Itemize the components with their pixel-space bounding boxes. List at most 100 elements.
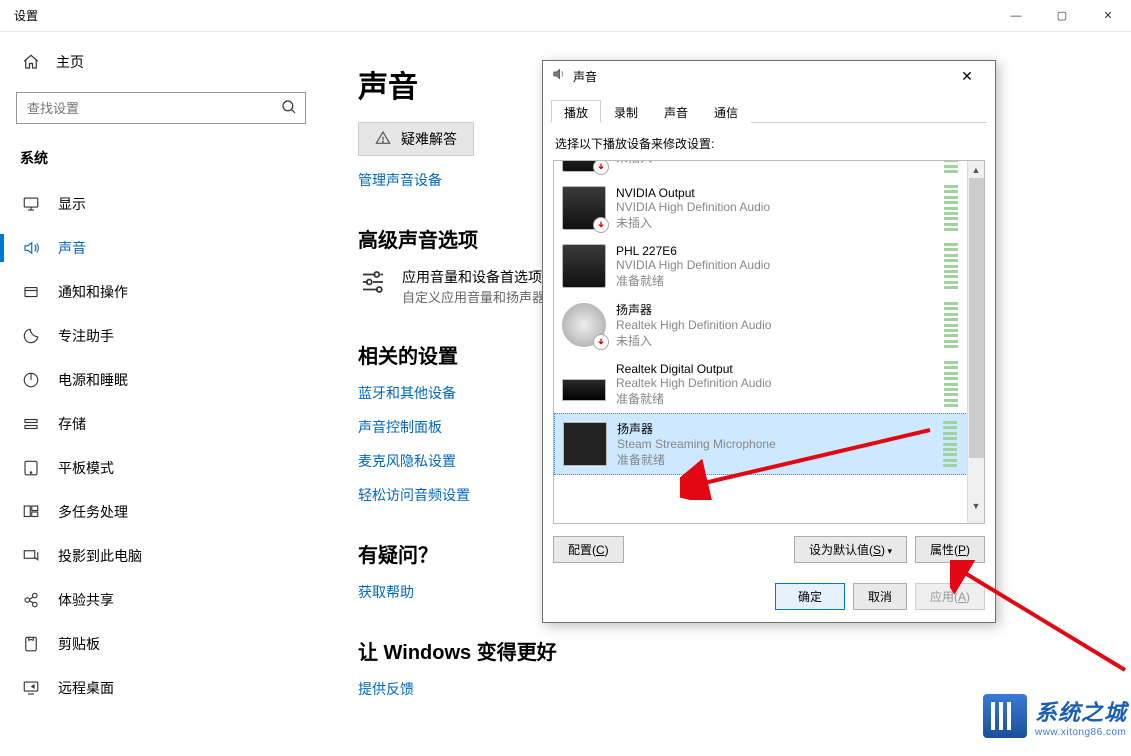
nav-list: 显示声音通知和操作专注助手电源和睡眠存储平板模式多任务处理投影到此电脑体验共享剪… — [16, 182, 306, 710]
watermark: 系统之城 www.xitong86.com — [983, 694, 1127, 738]
sidebar-item[interactable]: 显示 — [16, 182, 306, 226]
sidebar-item[interactable]: 存储 — [16, 402, 306, 446]
sidebar-item[interactable]: 通知和操作 — [16, 270, 306, 314]
nav-label: 通知和操作 — [58, 282, 128, 302]
search-wrap — [16, 92, 306, 124]
pref-sub: 自定义应用音量和扬声器 — [402, 287, 545, 306]
level-meter — [944, 160, 958, 173]
nav-icon — [22, 371, 40, 389]
apply-button[interactable]: 应用(A) — [915, 583, 985, 610]
scroll-up-icon[interactable]: ▲ — [968, 161, 984, 178]
pref-title: 应用音量和设备首选项 — [402, 267, 545, 287]
device-status: 准备就绪 — [616, 272, 934, 289]
nav-icon — [22, 591, 40, 609]
device-name: 扬声器 — [616, 301, 934, 318]
nav-icon — [22, 547, 40, 565]
device-desc: Steam Streaming Microphone — [617, 437, 933, 451]
device-icon — [562, 303, 606, 347]
level-meter — [944, 361, 958, 407]
device-text: NVIDIA High Definition Audio 未插入 — [616, 160, 934, 166]
device-text: 扬声器 Steam Streaming Microphone 准备就绪 — [617, 420, 933, 468]
search-icon[interactable] — [280, 98, 298, 121]
watermark-url: www.xitong86.com — [1035, 727, 1127, 738]
search-input[interactable] — [16, 92, 306, 124]
tab-playback[interactable]: 播放 — [551, 100, 601, 123]
device-icon — [563, 422, 607, 466]
sidebar-item[interactable]: 电源和睡眠 — [16, 358, 306, 402]
sidebar-item[interactable]: 多任务处理 — [16, 490, 306, 534]
device-status: 未插入 — [616, 160, 934, 166]
watermark-text: 系统之城 — [1035, 695, 1127, 727]
device-status: 准备就绪 — [617, 451, 933, 468]
device-item[interactable]: NVIDIA High Definition Audio 未插入 — [554, 160, 984, 179]
tab-sounds[interactable]: 声音 — [651, 100, 701, 123]
set-default-button[interactable]: 设为默认值(S) — [794, 536, 907, 563]
nav-icon — [22, 679, 40, 697]
watermark-logo-icon — [983, 694, 1027, 738]
nav-label: 多任务处理 — [58, 502, 128, 522]
titlebar: 设置 — ▢ ✕ — [0, 0, 1131, 32]
sidebar-item[interactable]: 平板模式 — [16, 446, 306, 490]
device-text: PHL 227E6 NVIDIA High Definition Audio 准… — [616, 244, 934, 289]
nav-label: 投影到此电脑 — [58, 546, 142, 566]
minimize-button[interactable]: — — [993, 0, 1039, 32]
scroll-thumb[interactable] — [969, 178, 984, 458]
device-text: Realtek Digital Output Realtek High Defi… — [616, 362, 934, 407]
nav-icon — [22, 635, 40, 653]
dialog-close-button[interactable]: ✕ — [947, 68, 987, 85]
cancel-button[interactable]: 取消 — [853, 583, 907, 610]
troubleshoot-label: 疑难解答 — [401, 129, 457, 149]
close-button[interactable]: ✕ — [1085, 0, 1131, 32]
device-icon — [562, 160, 606, 172]
sidebar-item[interactable]: 声音 — [16, 226, 306, 270]
device-desc: NVIDIA High Definition Audio — [616, 200, 934, 214]
maximize-button[interactable]: ▢ — [1039, 0, 1085, 32]
tab-communications[interactable]: 通信 — [701, 100, 751, 123]
level-meter — [943, 421, 957, 467]
warning-icon — [375, 130, 391, 149]
nav-label: 远程桌面 — [58, 678, 114, 698]
ok-button[interactable]: 确定 — [775, 583, 845, 610]
troubleshoot-button[interactable]: 疑难解答 — [358, 122, 474, 156]
device-name: NVIDIA Output — [616, 186, 934, 200]
configure-button[interactable]: 配置(C) — [553, 536, 624, 563]
device-item[interactable]: NVIDIA Output NVIDIA High Definition Aud… — [554, 179, 984, 237]
device-desc: NVIDIA High Definition Audio — [616, 258, 934, 272]
dialog-titlebar: 声音 ✕ — [543, 61, 995, 91]
scroll-down-icon[interactable]: ▼ — [968, 497, 984, 514]
properties-button[interactable]: 属性(P) — [915, 536, 985, 563]
device-item[interactable]: 扬声器 Realtek High Definition Audio 未插入 — [554, 295, 984, 355]
nav-icon — [22, 415, 40, 433]
device-status: 准备就绪 — [616, 390, 934, 407]
device-icon — [562, 379, 606, 401]
device-list[interactable]: NVIDIA High Definition Audio 未插入 NVIDIA … — [553, 160, 985, 524]
speaker-icon — [551, 66, 567, 87]
nav-label: 存储 — [58, 414, 86, 434]
sidebar-item[interactable]: 剪贴板 — [16, 622, 306, 666]
dialog-instruction: 选择以下播放设备来修改设置: — [555, 135, 983, 152]
sidebar-item[interactable]: 体验共享 — [16, 578, 306, 622]
device-status: 未插入 — [616, 332, 934, 349]
nav-label: 剪贴板 — [58, 634, 100, 654]
sidebar-item[interactable]: 远程桌面 — [16, 666, 306, 710]
nav-icon — [22, 503, 40, 521]
device-icon — [562, 186, 606, 230]
sound-dialog: 声音 ✕ 播放 录制 声音 通信 选择以下播放设备来修改设置: NVIDIA H… — [542, 60, 996, 623]
nav-icon — [22, 459, 40, 477]
device-item[interactable]: PHL 227E6 NVIDIA High Definition Audio 准… — [554, 237, 984, 295]
tab-recording[interactable]: 录制 — [601, 100, 651, 123]
dialog-title: 声音 — [573, 68, 597, 85]
window-title: 设置 — [14, 7, 38, 24]
level-meter — [944, 243, 958, 289]
sidebar-item[interactable]: 投影到此电脑 — [16, 534, 306, 578]
sidebar-item[interactable]: 专注助手 — [16, 314, 306, 358]
home-button[interactable]: 主页 — [16, 42, 306, 82]
nav-label: 电源和睡眠 — [58, 370, 128, 390]
sidebar: 主页 系统 显示声音通知和操作专注助手电源和睡眠存储平板模式多任务处理投影到此电… — [0, 32, 322, 756]
nav-label: 平板模式 — [58, 458, 114, 478]
device-item[interactable]: 扬声器 Steam Streaming Microphone 准备就绪 — [554, 413, 984, 475]
sliders-icon — [358, 267, 388, 302]
device-status: 未插入 — [616, 214, 934, 231]
device-item[interactable]: Realtek Digital Output Realtek High Defi… — [554, 355, 984, 413]
scrollbar[interactable]: ▲ ▼ — [967, 161, 984, 523]
